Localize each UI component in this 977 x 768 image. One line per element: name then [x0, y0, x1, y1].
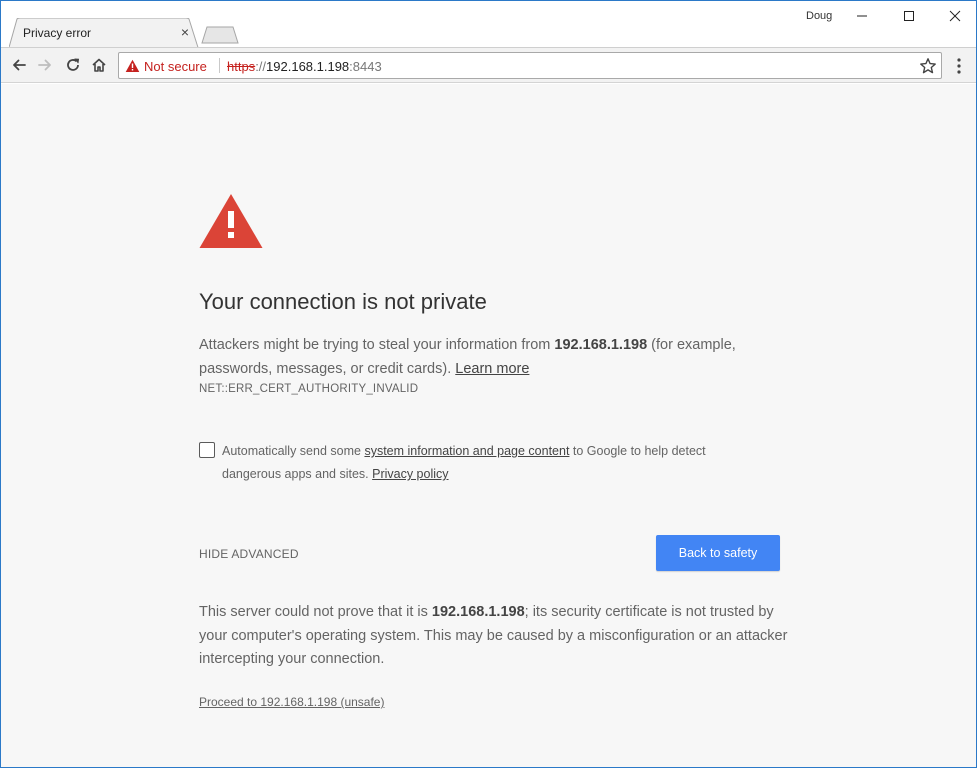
tab-title: Privacy error	[23, 26, 92, 40]
not-secure-label[interactable]: Not secure	[144, 59, 207, 74]
browser-window: Privacy error × Doug Not secure https://…	[0, 0, 977, 768]
checkbox-label: Automatically send some system informati…	[222, 440, 742, 486]
back-to-safety-button[interactable]: Back to safety	[656, 535, 780, 571]
menu-icon[interactable]	[951, 56, 967, 76]
forward-arrow-icon[interactable]	[33, 53, 57, 77]
url-separator: ://	[255, 59, 267, 74]
title-bar: Privacy error × Doug	[1, 1, 976, 48]
address-bar[interactable]: Not secure https://192.168.1.198:8443	[118, 52, 942, 79]
learn-more-link[interactable]: Learn more	[455, 361, 529, 377]
interstitial-page: Your connection is not private Attackers…	[1, 84, 976, 767]
browser-toolbar: Not secure https://192.168.1.198:8443	[1, 47, 976, 83]
omnibox-divider	[219, 58, 220, 73]
system-information-link[interactable]: system information and page content	[364, 444, 569, 458]
extended-reporting-checkbox[interactable]	[199, 442, 215, 458]
privacy-policy-link[interactable]: Privacy policy	[372, 467, 448, 481]
star-icon[interactable]	[919, 57, 937, 75]
window-close-icon[interactable]	[932, 1, 976, 31]
close-icon[interactable]: ×	[177, 24, 193, 40]
url-port: :8443	[349, 59, 382, 74]
new-tab-button[interactable]	[201, 26, 239, 44]
error-triangle-icon	[199, 194, 263, 248]
url-text[interactable]: https://192.168.1.198:8443	[227, 59, 382, 74]
details-text-1: This server could not prove that it is	[199, 604, 432, 620]
url-host: 192.168.1.198	[266, 59, 350, 74]
warning-icon[interactable]	[125, 59, 140, 73]
error-code: NET::ERR_CERT_AUTHORITY_INVALID	[199, 383, 419, 395]
main-explanation: Attackers might be trying to steal your …	[199, 333, 779, 381]
explanation-host: 192.168.1.198	[554, 337, 648, 353]
back-arrow-icon[interactable]	[7, 53, 31, 77]
proceed-unsafe-link[interactable]: Proceed to 192.168.1.198 (unsafe)	[199, 695, 384, 709]
reload-icon[interactable]	[61, 53, 85, 77]
explanation-text: Attackers might be trying to steal your …	[199, 337, 555, 353]
hide-advanced-button[interactable]: HIDE ADVANCED	[199, 547, 299, 561]
details-text: This server could not prove that it is 1…	[199, 601, 789, 672]
url-scheme: https	[227, 59, 256, 74]
details-host: 192.168.1.198	[431, 604, 525, 620]
user-profile-label[interactable]: Doug	[806, 10, 832, 22]
page-title: Your connection is not private	[199, 289, 487, 314]
maximize-icon[interactable]	[886, 1, 932, 31]
home-icon[interactable]	[87, 53, 111, 77]
minimize-icon[interactable]	[839, 1, 885, 31]
tab-privacy-error[interactable]: Privacy error ×	[9, 18, 199, 48]
checkbox-text: Automatically send some	[222, 444, 365, 458]
